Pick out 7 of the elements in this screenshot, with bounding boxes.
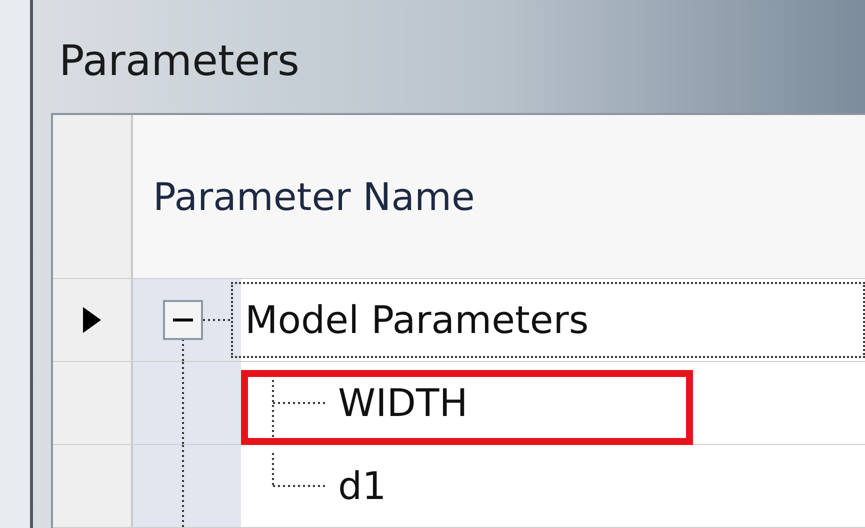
column-header[interactable]: Parameter Name (133, 115, 865, 278)
tree-node[interactable]: d1 (328, 464, 386, 508)
row-header[interactable] (53, 279, 133, 361)
tree-node[interactable]: WIDTH (328, 381, 468, 425)
collapse-icon[interactable] (163, 300, 203, 340)
tree-node[interactable]: Model Parameters (231, 282, 865, 358)
window-title: Parameters (59, 36, 300, 85)
